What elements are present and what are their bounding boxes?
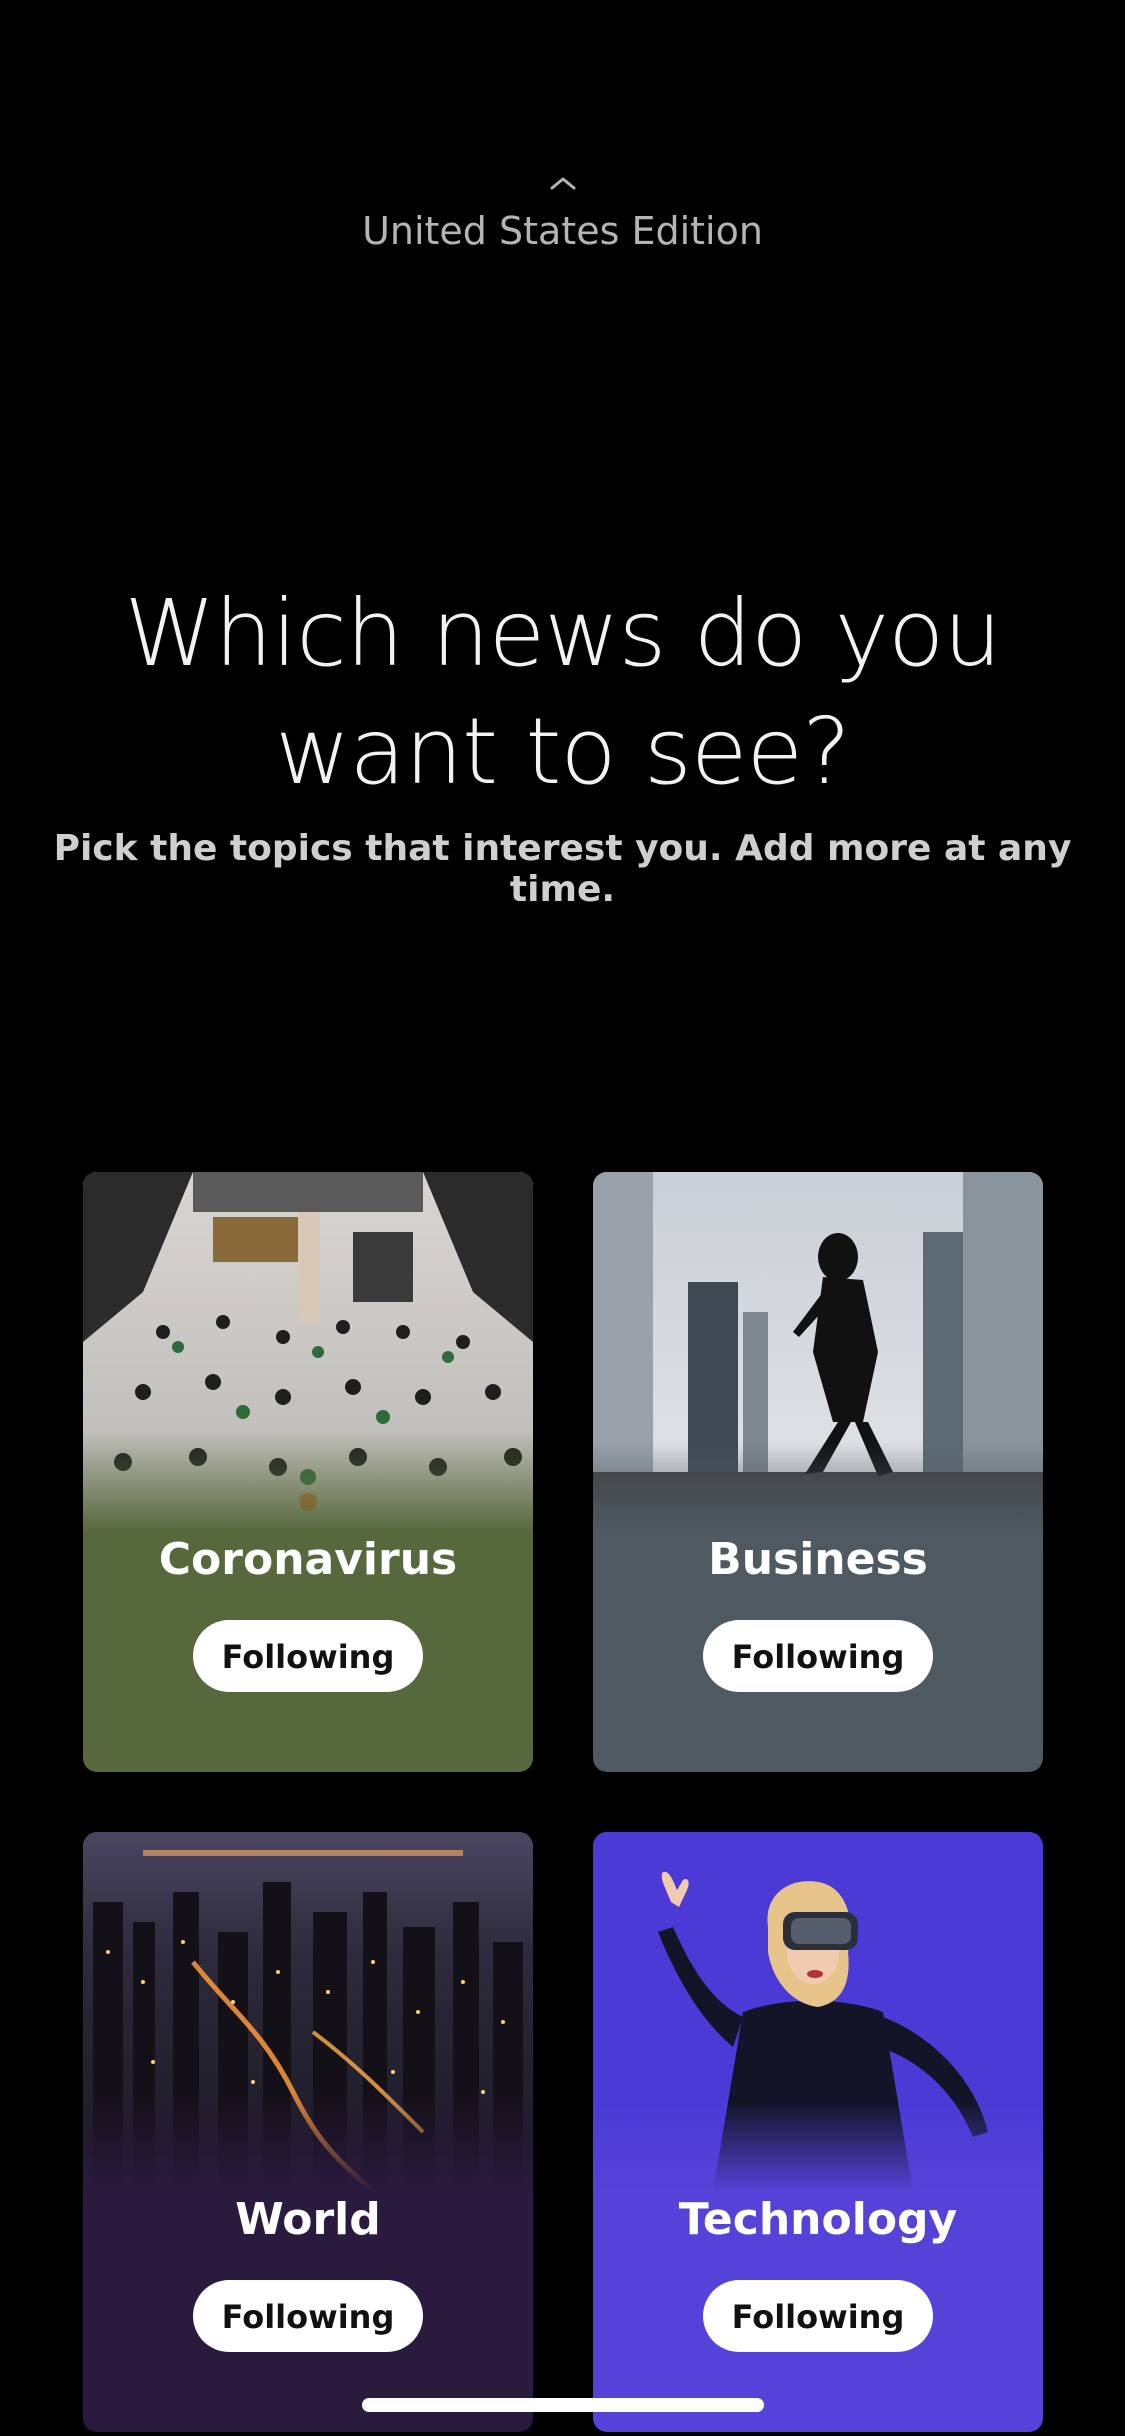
topic-title: World [235, 2194, 381, 2245]
topic-card-coronavirus[interactable]: Coronavirus Following [83, 1172, 533, 1772]
topic-title: Business [708, 1534, 928, 1585]
following-button[interactable]: Following [193, 2280, 423, 2352]
following-button[interactable]: Following [193, 1620, 423, 1692]
chevron-up-icon [550, 177, 575, 190]
home-indicator[interactable] [362, 2398, 764, 2412]
page-subtitle: Pick the topics that interest you. Add m… [53, 828, 1072, 910]
topic-card-world[interactable]: World Following [83, 1832, 533, 2432]
topic-title: Technology [678, 2194, 958, 2245]
edition-label[interactable]: United States Edition [0, 209, 1125, 253]
following-button[interactable]: Following [703, 1620, 933, 1692]
business-image [593, 1172, 1043, 1532]
topic-title: Coronavirus [158, 1534, 458, 1585]
following-button[interactable]: Following [703, 2280, 933, 2352]
technology-image [593, 1832, 1043, 2192]
topic-card-technology[interactable]: Technology Following [593, 1832, 1043, 2432]
edition-selector[interactable]: United States Edition [0, 175, 1125, 253]
world-image [83, 1832, 533, 2192]
topic-card-business[interactable]: Business Following [593, 1172, 1043, 1772]
coronavirus-image [83, 1172, 533, 1532]
page-title: Which news do you want to see? [124, 580, 1001, 805]
